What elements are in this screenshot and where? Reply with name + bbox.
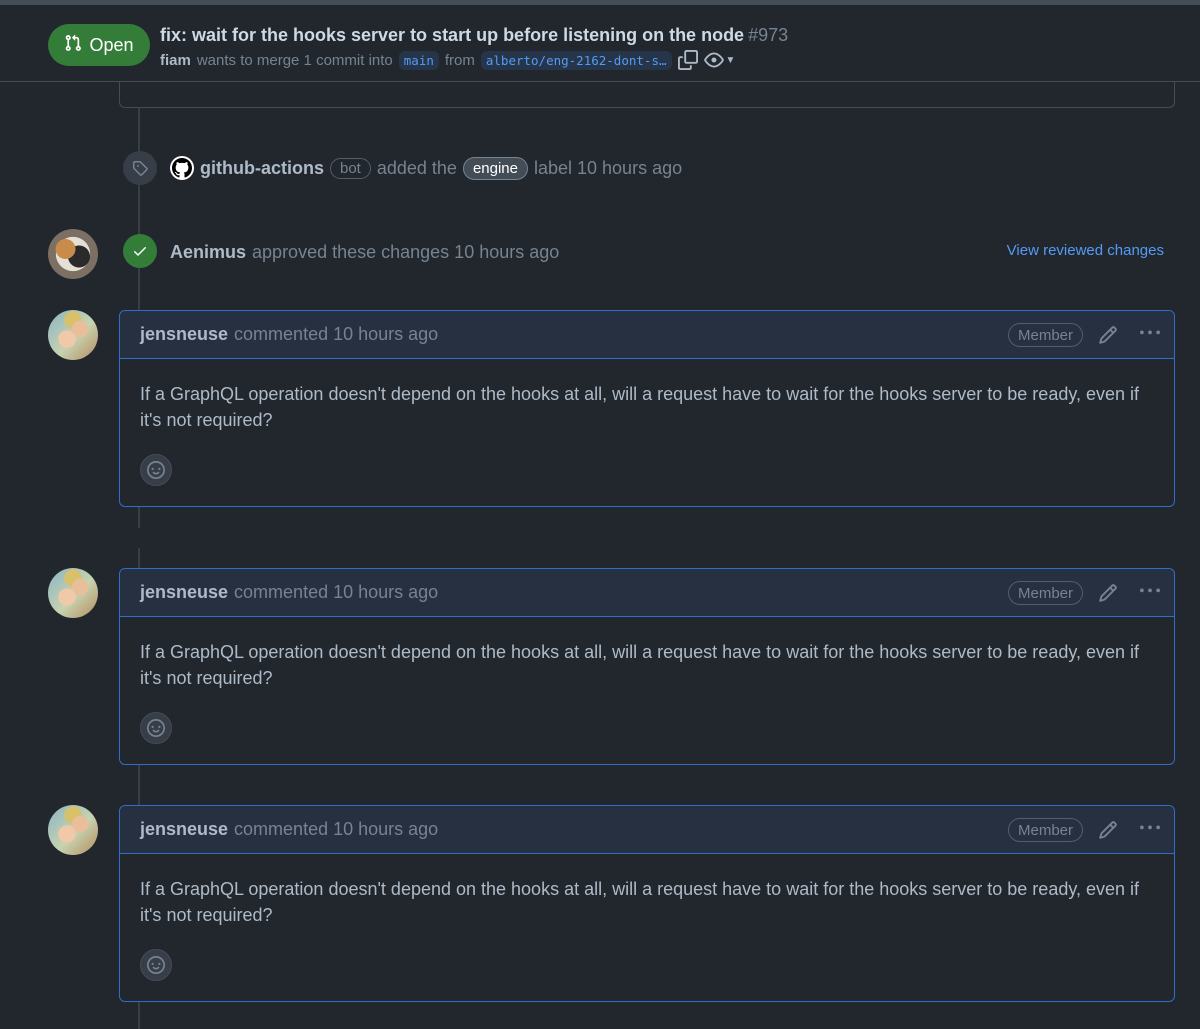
pr-sticky-header: Open fix: wait for the hooks server to s… <box>0 0 1200 82</box>
comment-meta[interactable]: commented 10 hours ago <box>234 324 438 345</box>
member-badge: Member <box>1007 818 1083 842</box>
kebab-icon[interactable] <box>1140 323 1160 343</box>
comment-header: jensneuse commented 10 hours ago Member <box>120 806 1174 854</box>
kebab-icon[interactable] <box>1140 581 1160 601</box>
comment-author[interactable]: jensneuse <box>140 819 228 840</box>
github-mark-icon[interactable] <box>170 156 194 180</box>
comment-header: jensneuse commented 10 hours ago Member <box>120 311 1174 359</box>
approve-event-action: approved these changes 10 hours ago <box>252 241 560 262</box>
head-branch[interactable]: alberto/eng-2162-dont-s… <box>480 50 672 70</box>
from-text: from <box>444 51 475 69</box>
base-branch[interactable]: main <box>398 50 439 70</box>
label-event-actor[interactable]: github-actions <box>200 158 324 179</box>
avatar-jensneuse[interactable] <box>48 568 98 618</box>
pencil-icon[interactable] <box>1098 820 1118 840</box>
avatar-aenimus[interactable] <box>48 229 98 279</box>
comment-box: jensneuse commented 10 hours ago Member … <box>119 568 1175 765</box>
copy-icon[interactable] <box>677 50 698 70</box>
approve-event: Aenimus approved these changes 10 hours … <box>170 240 559 264</box>
view-reviewed-changes-link[interactable]: View reviewed changes <box>1007 242 1164 259</box>
comment-body: If a GraphQL operation doesn't depend on… <box>140 384 1140 430</box>
pr-title: fix: wait for the hooks server to start … <box>160 25 788 46</box>
eye-icon[interactable] <box>703 50 724 70</box>
pr-author-link[interactable]: fiam <box>160 52 191 69</box>
comment-author[interactable]: jensneuse <box>140 324 228 345</box>
pr-title-text: fix: wait for the hooks server to start … <box>160 25 745 45</box>
member-badge: Member <box>1007 323 1083 347</box>
timeline-gap <box>130 528 150 548</box>
merge-text: wants to merge 1 commit into <box>196 51 393 69</box>
label-event-action: added the <box>376 157 457 178</box>
comment-meta[interactable]: commented 10 hours ago <box>234 582 438 603</box>
kebab-icon[interactable] <box>1140 818 1160 838</box>
pr-number: #973 <box>748 25 789 45</box>
member-badge: Member <box>1007 581 1083 605</box>
comment-box: jensneuse commented 10 hours ago Member … <box>119 310 1175 507</box>
smiley-icon[interactable] <box>140 712 172 744</box>
comment-body: If a GraphQL operation doesn't depend on… <box>140 879 1140 925</box>
git-pull-request-icon <box>64 34 82 57</box>
pencil-icon[interactable] <box>1098 583 1118 603</box>
state-label: Open <box>89 34 134 55</box>
smiley-icon[interactable] <box>140 454 172 486</box>
avatar-jensneuse[interactable] <box>48 805 98 855</box>
label-event-suffix: label 10 hours ago <box>533 157 683 178</box>
tag-icon <box>123 151 157 185</box>
comment-author[interactable]: jensneuse <box>140 582 228 603</box>
smiley-icon[interactable] <box>140 949 172 981</box>
pencil-icon[interactable] <box>1098 325 1118 345</box>
label-engine[interactable]: engine <box>462 156 528 180</box>
label-event: github-actions bot added the engine labe… <box>170 155 682 181</box>
state-badge-open: Open <box>48 24 150 66</box>
pr-meta: fiam wants to merge 1 commit into main f… <box>160 49 735 71</box>
comment-box: jensneuse commented 10 hours ago Member … <box>119 805 1175 1002</box>
avatar-jensneuse[interactable] <box>48 310 98 360</box>
comment-meta[interactable]: commented 10 hours ago <box>234 819 438 840</box>
comment-body: If a GraphQL operation doesn't depend on… <box>140 642 1140 688</box>
approve-event-actor[interactable]: Aenimus <box>170 242 246 263</box>
check-icon <box>123 234 157 268</box>
pull-request-page: Open fix: wait for the hooks server to s… <box>0 0 1200 1029</box>
chevron-down-icon[interactable]: ▼ <box>726 55 736 66</box>
comment-header: jensneuse commented 10 hours ago Member <box>120 569 1174 617</box>
bot-badge: bot <box>330 157 371 179</box>
